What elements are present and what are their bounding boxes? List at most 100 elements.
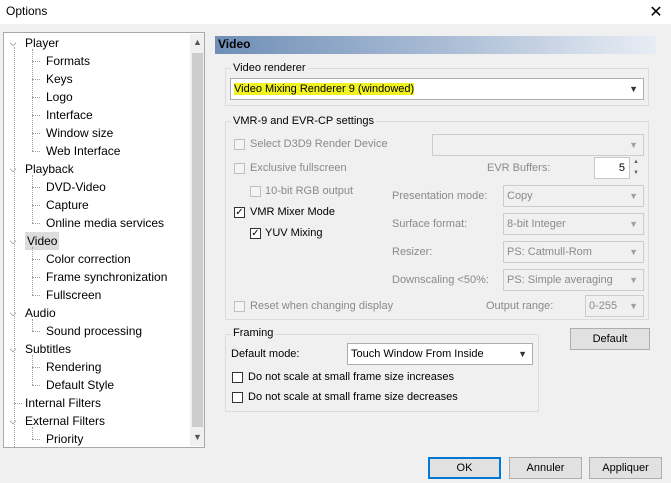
no-scale-increase-label: Do not scale at small frame size increas… xyxy=(248,371,455,383)
vmr-settings-group-label: VMR-9 and EVR-CP settings xyxy=(231,115,377,127)
tree-connector xyxy=(32,385,40,386)
chevron-down-icon[interactable]: ⌵ xyxy=(8,34,18,52)
tree-item-audio[interactable]: Audio xyxy=(25,304,56,322)
tree-item-formats[interactable]: Formats xyxy=(46,52,90,70)
no-scale-increase-checkbox[interactable] xyxy=(232,372,243,383)
tree-connector xyxy=(32,187,40,188)
chevron-down-icon: ▼ xyxy=(629,247,638,257)
page-title: Video xyxy=(218,37,251,51)
yuv-mixing-checkbox[interactable]: ✓ xyxy=(250,228,261,239)
chevron-down-icon: ▼ xyxy=(629,275,638,285)
close-icon[interactable]: ✕ xyxy=(641,0,671,24)
default-mode-value: Touch Window From Inside xyxy=(351,348,484,360)
tree-connector xyxy=(32,223,40,224)
options-tree[interactable]: ⌵ Player Formats Keys Logo Interface Window si… xyxy=(3,32,205,448)
chevron-down-icon[interactable]: ⌵ xyxy=(8,412,18,430)
tree-connector xyxy=(32,115,40,116)
chevron-down-icon: ▼ xyxy=(629,84,638,94)
tree-connector xyxy=(32,295,40,296)
tree-connector xyxy=(32,205,40,206)
cancel-button[interactable]: Annuler xyxy=(509,457,582,479)
tree-item-fullscreen[interactable]: Fullscreen xyxy=(46,286,101,304)
tree-connector xyxy=(32,259,40,260)
tree-connector xyxy=(32,151,40,152)
exclusive-fullscreen-checkbox[interactable] xyxy=(234,163,245,174)
tree-connector xyxy=(32,97,40,98)
tree-item-window-size[interactable]: Window size xyxy=(46,124,113,142)
tree-item-capture[interactable]: Capture xyxy=(46,196,89,214)
chevron-down-icon: ▼ xyxy=(518,349,527,359)
tree-item-online-media-services[interactable]: Online media services xyxy=(46,214,164,232)
output-range-select[interactable]: 0-255 ▼ xyxy=(585,295,644,317)
page-header: Video xyxy=(215,36,656,54)
tree-connector xyxy=(32,61,40,62)
tree-connector xyxy=(32,175,33,223)
vmr-mixer-label: VMR Mixer Mode xyxy=(250,206,335,218)
surface-format-select[interactable]: 8-bit Integer ▼ xyxy=(503,213,644,235)
tree-item-color-correction[interactable]: Color correction xyxy=(46,250,131,268)
select-d3d9-label: Select D3D9 Render Device xyxy=(250,138,388,150)
tree-connector xyxy=(32,133,40,134)
chevron-down-icon: ▼ xyxy=(629,140,638,150)
video-renderer-select[interactable]: Video Mixing Renderer 9 (windowed) ▼ xyxy=(230,78,644,100)
chevron-down-icon[interactable]: ⌵ xyxy=(8,232,18,250)
tree-connector xyxy=(32,331,40,332)
chevron-down-icon: ▼ xyxy=(629,219,638,229)
tree-scrollbar[interactable]: ▲ ▼ xyxy=(190,34,204,446)
scroll-down-icon[interactable]: ▼ xyxy=(190,429,204,446)
tree-item-frame-synchronization[interactable]: Frame synchronization xyxy=(46,268,167,286)
ok-button[interactable]: OK xyxy=(428,457,501,479)
apply-button[interactable]: Appliquer xyxy=(589,457,662,479)
chevron-down-icon[interactable]: ⌵ xyxy=(8,340,18,358)
d3d9-device-select[interactable]: ▼ xyxy=(432,134,644,156)
tree-item-rendering[interactable]: Rendering xyxy=(46,358,101,376)
tree-item-video[interactable]: Video xyxy=(25,232,60,250)
reset-display-label: Reset when changing display xyxy=(250,300,394,312)
tree-item-sound-processing[interactable]: Sound processing xyxy=(46,322,142,340)
chevron-down-icon[interactable]: ⌵ xyxy=(8,160,18,178)
surface-format-label: Surface format: xyxy=(392,218,468,230)
evr-buffers-spinner[interactable]: ▲ ▼ xyxy=(630,157,642,179)
chevron-down-icon: ▼ xyxy=(629,191,638,201)
presentation-mode-value: Copy xyxy=(507,190,533,202)
tree-item-player[interactable]: Player xyxy=(25,34,59,52)
downscaling-label: Downscaling <50%: xyxy=(392,274,489,286)
yuv-mixing-label: YUV Mixing xyxy=(265,227,323,239)
window-title: Options xyxy=(6,4,48,18)
default-button[interactable]: Default xyxy=(570,328,650,350)
tree-connector xyxy=(14,403,22,404)
tree-connector xyxy=(32,319,33,331)
scroll-up-icon[interactable]: ▲ xyxy=(190,34,204,51)
tree-item-internal-filters[interactable]: Internal Filters xyxy=(25,394,101,412)
tree-item-dvd-video[interactable]: DVD-Video xyxy=(46,178,106,196)
tree-item-default-style[interactable]: Default Style xyxy=(46,376,114,394)
exclusive-fullscreen-label: Exclusive fullscreen xyxy=(250,162,347,174)
tree-item-interface[interactable]: Interface xyxy=(46,106,93,124)
scroll-thumb[interactable] xyxy=(192,53,203,427)
reset-display-checkbox[interactable] xyxy=(234,301,245,312)
tree-item-keys[interactable]: Keys xyxy=(46,70,73,88)
tree-connector xyxy=(32,49,33,151)
downscaling-select[interactable]: PS: Simple averaging ▼ xyxy=(503,269,644,291)
resizer-select[interactable]: PS: Catmull-Rom ▼ xyxy=(503,241,644,263)
presentation-mode-select[interactable]: Copy ▼ xyxy=(503,185,644,207)
rgb-10bit-checkbox[interactable] xyxy=(250,186,261,197)
evr-buffers-input[interactable]: 5 xyxy=(594,157,630,179)
tree-item-priority[interactable]: Priority xyxy=(46,430,83,447)
select-d3d9-checkbox[interactable] xyxy=(234,139,245,150)
tree-connector xyxy=(32,427,33,439)
default-mode-select[interactable]: Touch Window From Inside ▼ xyxy=(347,343,533,365)
vmr-mixer-checkbox[interactable]: ✓ xyxy=(234,207,245,218)
video-renderer-value: Video Mixing Renderer 9 (windowed) xyxy=(234,83,415,95)
surface-format-value: 8-bit Integer xyxy=(507,218,566,230)
evr-buffers-label: EVR Buffers: xyxy=(487,162,551,174)
downscaling-value: PS: Simple averaging xyxy=(507,274,613,286)
tree-item-logo[interactable]: Logo xyxy=(46,88,73,106)
tree-item-web-interface[interactable]: Web Interface xyxy=(46,142,120,160)
title-bar xyxy=(0,0,671,24)
chevron-down-icon[interactable]: ⌵ xyxy=(8,304,18,322)
tree-connector xyxy=(32,367,40,368)
no-scale-decrease-checkbox[interactable] xyxy=(232,392,243,403)
tree-item-external-filters[interactable]: External Filters xyxy=(25,412,105,430)
no-scale-decrease-label: Do not scale at small frame size decreas… xyxy=(248,391,458,403)
